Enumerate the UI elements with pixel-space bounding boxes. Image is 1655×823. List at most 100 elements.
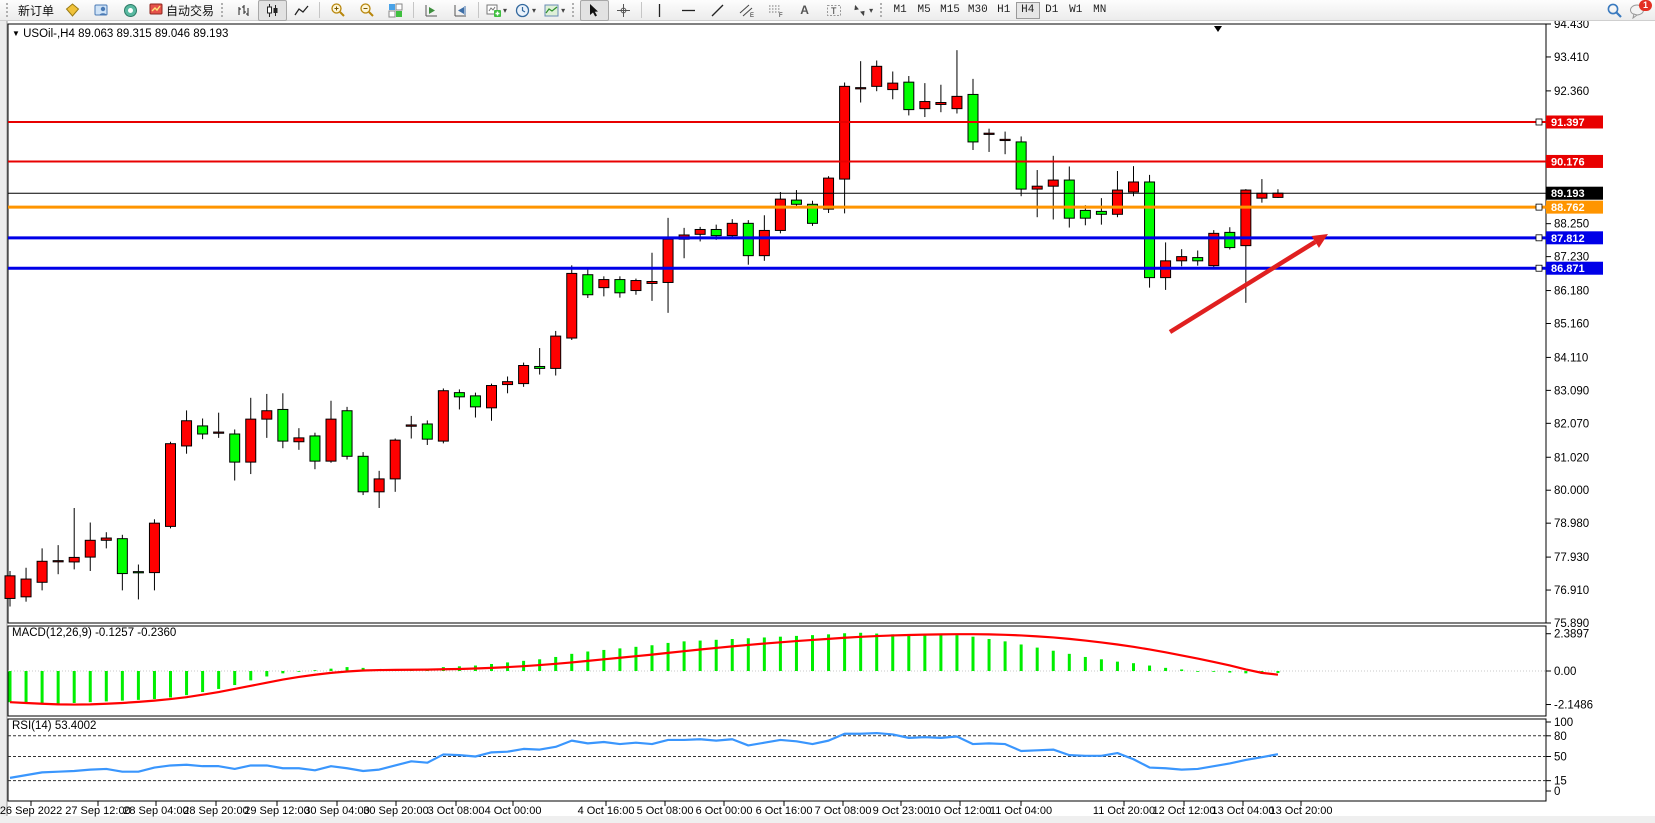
bar-chart-icon[interactable] bbox=[229, 0, 258, 21]
cursor-icon[interactable] bbox=[580, 0, 609, 21]
macd-histogram-bar bbox=[667, 643, 670, 671]
candle-bear bbox=[968, 94, 978, 141]
candle-bear bbox=[743, 223, 753, 255]
timeframe-h1[interactable]: H1 bbox=[992, 2, 1016, 19]
market-watch-icon[interactable] bbox=[58, 0, 87, 21]
candle-bull bbox=[85, 540, 95, 557]
macd-histogram-bar bbox=[217, 671, 220, 689]
toolbar-grip[interactable] bbox=[221, 3, 226, 17]
notifications-icon[interactable]: 1 bbox=[1629, 3, 1647, 19]
candle-bull bbox=[149, 523, 159, 572]
arrows-icon[interactable] bbox=[848, 0, 877, 21]
candle-bear bbox=[1193, 258, 1203, 261]
chart-canvas[interactable]: 91.39790.17689.19388.76287.81286.87194.4… bbox=[0, 21, 1655, 823]
rsi-axis-label: 80 bbox=[1554, 731, 1567, 743]
candle-bull bbox=[294, 438, 304, 442]
autotrading-label: 自动交易 bbox=[166, 2, 214, 19]
time-axis-label: 11 Oct 20:00 bbox=[1093, 805, 1155, 817]
macd-histogram-bar bbox=[330, 669, 333, 671]
autotrading-icon bbox=[149, 2, 163, 19]
price-tag-label: 87.812 bbox=[1551, 233, 1585, 245]
crosshair-icon[interactable] bbox=[609, 0, 638, 21]
notification-badge: 1 bbox=[1639, 0, 1652, 11]
candle-bear bbox=[342, 411, 352, 457]
line-chart-icon[interactable] bbox=[287, 0, 316, 21]
chart-shift-icon[interactable] bbox=[446, 0, 475, 21]
time-axis-label: 28 Sep 20:00 bbox=[183, 805, 248, 817]
toolbar-grip[interactable] bbox=[572, 3, 577, 17]
indicators-icon[interactable] bbox=[540, 0, 569, 21]
new-chart-icon[interactable] bbox=[482, 0, 511, 21]
timeframe-d1[interactable]: D1 bbox=[1040, 2, 1064, 19]
equidistant-channel-icon[interactable]: E bbox=[732, 0, 761, 21]
level-anchor-marker[interactable] bbox=[1536, 119, 1542, 125]
autotrading-button[interactable]: 自动交易 bbox=[145, 1, 218, 20]
candle-bull bbox=[1129, 182, 1139, 192]
macd-histogram-bar bbox=[1196, 671, 1199, 672]
macd-histogram-bar bbox=[715, 640, 718, 671]
timeframe-mn[interactable]: MN bbox=[1088, 2, 1112, 19]
timeframe-w1[interactable]: W1 bbox=[1064, 2, 1088, 19]
candlestick-chart-icon[interactable] bbox=[258, 0, 287, 21]
window-left-edge bbox=[0, 21, 7, 823]
macd-histogram-bar bbox=[73, 671, 76, 703]
chart-title[interactable]: ▼ USOil-,H4 89.063 89.315 89.046 89.193 bbox=[12, 28, 228, 40]
macd-histogram-bar bbox=[89, 671, 92, 702]
time-axis-label: 6 Oct 00:00 bbox=[696, 805, 753, 817]
macd-histogram-bar bbox=[731, 639, 734, 671]
tile-windows-icon[interactable] bbox=[381, 0, 410, 21]
svg-text:F: F bbox=[779, 13, 783, 18]
timeframe-m5[interactable]: M5 bbox=[912, 2, 936, 19]
rsi-indicator-label: RSI(14) 53.4002 bbox=[12, 720, 96, 732]
timeframe-m30[interactable]: M30 bbox=[964, 2, 992, 19]
macd-histogram-bar bbox=[1164, 668, 1167, 671]
vertical-line-icon[interactable] bbox=[645, 0, 674, 21]
toolbar-grip[interactable] bbox=[6, 3, 11, 17]
macd-axis-label: 0.00 bbox=[1554, 666, 1576, 678]
time-axis-label: 6 Oct 16:00 bbox=[756, 805, 813, 817]
candle-bull bbox=[663, 239, 673, 282]
trendline-icon[interactable] bbox=[703, 0, 732, 21]
timeframe-h4[interactable]: H4 bbox=[1016, 2, 1040, 19]
level-anchor-marker[interactable] bbox=[1536, 204, 1542, 210]
chart-dropdown-icon[interactable]: ▼ bbox=[12, 29, 20, 38]
candle-bull bbox=[246, 419, 256, 462]
price-axis-label: 81.020 bbox=[1554, 452, 1589, 464]
navigator-icon[interactable] bbox=[87, 0, 116, 21]
time-axis-label: 26 Sep 2022 bbox=[0, 805, 62, 817]
candle-bull bbox=[390, 440, 400, 479]
search-icon[interactable] bbox=[1606, 2, 1623, 19]
auto-scroll-icon[interactable] bbox=[417, 0, 446, 21]
candle-bull bbox=[503, 382, 513, 385]
level-anchor-marker[interactable] bbox=[1536, 265, 1542, 271]
macd-histogram-bar bbox=[1180, 669, 1183, 671]
level-anchor-marker[interactable] bbox=[1536, 235, 1542, 241]
period-clock-icon[interactable] bbox=[511, 0, 540, 21]
time-axis-label: 7 Oct 08:00 bbox=[815, 805, 872, 817]
terminal-icon[interactable] bbox=[116, 0, 145, 21]
svg-text:E: E bbox=[750, 13, 754, 18]
text-label-icon[interactable]: T bbox=[819, 0, 848, 21]
timeframe-m15[interactable]: M15 bbox=[936, 2, 964, 19]
timeframe-m1[interactable]: M1 bbox=[888, 2, 912, 19]
fibonacci-icon[interactable]: F bbox=[761, 0, 790, 21]
time-axis-label: 30 Sep 04:00 bbox=[304, 805, 369, 817]
candle-bull bbox=[69, 557, 79, 562]
main-pane bbox=[8, 24, 1546, 623]
toolbar-grip[interactable] bbox=[880, 3, 885, 17]
zoom-in-icon[interactable] bbox=[323, 0, 352, 21]
candle-bull bbox=[519, 366, 529, 384]
macd-histogram-bar bbox=[972, 637, 975, 671]
time-axis-label: 30 Sep 20:00 bbox=[363, 805, 428, 817]
macd-histogram-bar bbox=[1116, 662, 1119, 671]
macd-histogram-bar bbox=[281, 671, 284, 673]
price-axis-label: 85.160 bbox=[1554, 319, 1589, 331]
horizontal-line-icon[interactable] bbox=[674, 0, 703, 21]
macd-histogram-bar bbox=[249, 671, 252, 680]
new-order-button[interactable]: 新订单 bbox=[14, 1, 58, 20]
text-icon[interactable]: A bbox=[790, 0, 819, 21]
macd-histogram-bar bbox=[651, 645, 654, 671]
zoom-out-icon[interactable] bbox=[352, 0, 381, 21]
macd-histogram-bar bbox=[185, 671, 188, 695]
time-axis-label: 12 Oct 12:00 bbox=[1153, 805, 1216, 817]
